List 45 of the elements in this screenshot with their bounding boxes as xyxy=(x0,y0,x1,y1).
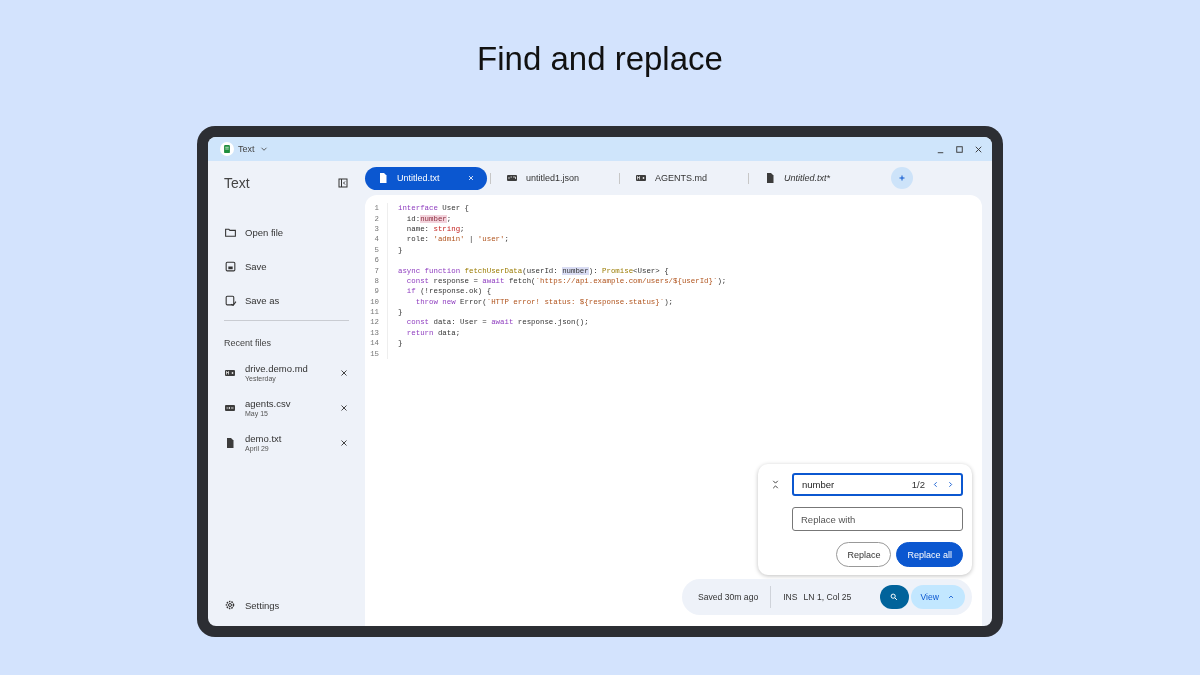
insert-mode: INS xyxy=(783,592,798,602)
recent-file-name[interactable]: agents.csv xyxy=(245,398,330,409)
match-count: 1/2 xyxy=(911,479,925,490)
file-tab[interactable]: Untitled.txt* xyxy=(752,166,874,190)
remove-icon[interactable] xyxy=(339,437,349,448)
save-status: Saved 30m ago xyxy=(698,592,759,602)
file-tab[interactable]: untitled1.json xyxy=(494,166,616,190)
sidebar-item[interactable]: Save xyxy=(224,249,349,283)
markdown-icon xyxy=(635,172,647,184)
close-icon xyxy=(467,174,475,182)
replace-field[interactable]: Replace with xyxy=(792,507,963,531)
plus-icon xyxy=(897,173,907,183)
collapse-sidebar-icon[interactable] xyxy=(337,177,349,189)
recent-file-name[interactable]: drive.demo.md xyxy=(245,363,330,374)
sidebar-item[interactable]: Save as xyxy=(224,283,349,317)
file-tab[interactable]: AGENTS.md xyxy=(623,166,745,190)
app-logo-icon xyxy=(220,142,234,156)
replace-button[interactable]: Replace all xyxy=(896,542,963,567)
sidebar-item[interactable]: Open file xyxy=(224,215,349,249)
search-button[interactable] xyxy=(879,585,909,609)
sidebar-title: Text xyxy=(224,175,250,191)
previous-icon[interactable] xyxy=(931,480,940,489)
document-icon xyxy=(377,172,389,184)
remove-icon[interactable] xyxy=(339,402,349,413)
next-icon[interactable] xyxy=(946,480,955,489)
settings-icon xyxy=(224,599,236,611)
recent-file-name[interactable]: demo.txt xyxy=(245,433,330,444)
replace-button[interactable]: Replace xyxy=(836,542,892,567)
search-icon xyxy=(889,592,899,602)
settings-item[interactable]: Settings xyxy=(224,588,349,622)
expand-collapse-icon[interactable] xyxy=(770,479,781,490)
save-as-icon xyxy=(224,293,237,307)
document-icon xyxy=(224,436,236,449)
view-button[interactable]: View xyxy=(910,585,965,609)
caret-up-icon xyxy=(947,593,955,601)
file-tab[interactable]: Untitled.txt xyxy=(365,166,487,190)
page-heading: Find and replace xyxy=(477,40,723,79)
app-menu-button[interactable]: Text xyxy=(220,142,269,156)
maximize-icon[interactable] xyxy=(954,143,965,155)
save-icon xyxy=(224,259,237,273)
remove-icon[interactable] xyxy=(339,367,349,378)
cursor-position: LN 1, Col 25 xyxy=(803,592,852,602)
json-file-icon xyxy=(506,172,518,184)
section-label: Recent files xyxy=(224,337,273,350)
document-icon xyxy=(764,172,776,184)
